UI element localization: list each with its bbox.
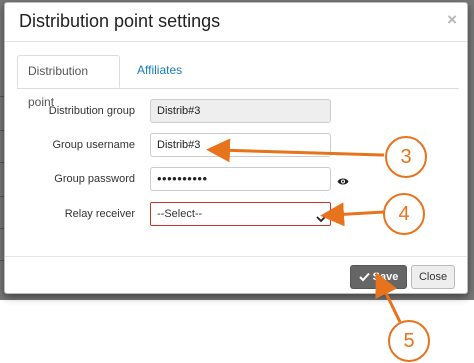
group-password-input[interactable]: ••••••••••: [150, 167, 331, 191]
close-icon[interactable]: ×: [447, 11, 457, 28]
distribution-group-field: Distrib#3: [150, 99, 331, 123]
distribution-group-row: Distribution group Distrib#3: [5, 99, 467, 125]
group-password-label: Group password: [54, 173, 135, 185]
tab-bar: Distribution point Affiliates: [17, 55, 459, 109]
modal-footer: Save Close: [5, 256, 467, 294]
save-button[interactable]: Save: [350, 265, 407, 289]
check-icon: [358, 268, 370, 290]
modal-title: Distribution point settings: [19, 11, 221, 31]
relay-receiver-selected-value: --Select--: [157, 208, 203, 220]
callout-3: 3: [385, 136, 427, 178]
relay-receiver-select[interactable]: --Select--: [150, 202, 331, 226]
group-username-input[interactable]: Distrib#3: [150, 133, 331, 157]
callout-4: 4: [383, 193, 425, 235]
relay-receiver-label: Relay receiver: [64, 208, 135, 220]
eye-icon[interactable]: [337, 173, 349, 191]
tab-distribution-point[interactable]: Distribution point: [17, 55, 120, 109]
tab-affiliates[interactable]: Affiliates: [127, 55, 192, 88]
distribution-group-label: Distribution group: [48, 105, 135, 117]
modal-header: Distribution point settings ×: [5, 3, 467, 42]
group-username-label: Group username: [52, 139, 135, 151]
chevron-down-icon: [316, 209, 326, 231]
close-button[interactable]: Close: [411, 265, 455, 289]
callout-5: 5: [388, 320, 430, 362]
save-button-label: Save: [372, 271, 399, 283]
